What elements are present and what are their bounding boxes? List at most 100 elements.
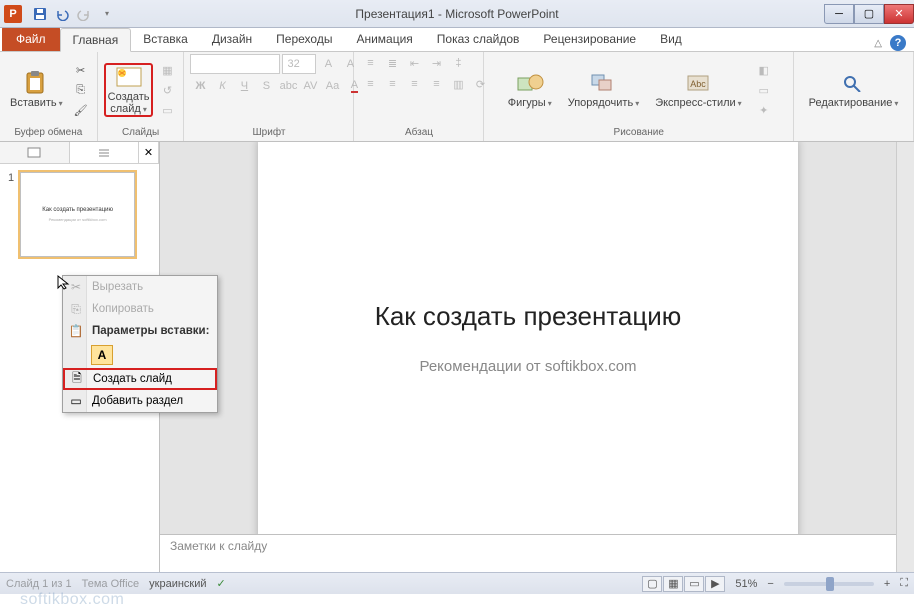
tab-home[interactable]: Главная xyxy=(60,28,132,52)
slide-title[interactable]: Как создать презентацию xyxy=(375,301,682,332)
align-left[interactable]: ≡ xyxy=(360,75,380,93)
slideshow-view-button[interactable]: ▶ xyxy=(705,576,725,592)
group-paragraph: ≡ ≣ ⇤ ⇥ ‡ ≡ ≡ ≡ ≡ ▥ ⟳ Абзац xyxy=(354,52,484,141)
minimize-ribbon-icon[interactable]: △ xyxy=(874,38,882,49)
redo-button[interactable] xyxy=(74,4,94,24)
quick-styles-button[interactable]: Abc Экспресс-стили xyxy=(651,69,745,111)
file-tab[interactable]: Файл xyxy=(2,27,60,51)
layout-button[interactable]: ▦ xyxy=(157,61,177,79)
context-cut: ✂ Вырезать xyxy=(63,276,217,298)
grow-font[interactable]: A xyxy=(318,55,338,73)
sorter-view-button[interactable]: ▦ xyxy=(663,576,683,592)
quick-access-toolbar xyxy=(30,4,116,24)
arrange-label: Упорядочить xyxy=(568,97,639,109)
panel-close[interactable]: ✕ xyxy=(139,142,159,163)
slide-canvas[interactable]: Как создать презентацию Рекомендации от … xyxy=(258,142,798,534)
context-new-slide[interactable]: 🗎 Создать слайд xyxy=(63,368,217,390)
underline-button[interactable]: Ч xyxy=(234,77,254,95)
fit-button[interactable]: ⛶ xyxy=(900,577,908,590)
notes-pane[interactable]: Заметки к слайду xyxy=(160,534,896,572)
copy-button[interactable]: ⎘ xyxy=(71,81,91,99)
numbering-button[interactable]: ≣ xyxy=(382,54,402,72)
new-slide-button[interactable]: Создать слайд xyxy=(104,63,154,117)
minimize-button[interactable]: ─ xyxy=(824,4,854,24)
increase-indent[interactable]: ⇥ xyxy=(426,54,446,72)
undo-button[interactable] xyxy=(52,4,72,24)
editing-button[interactable]: Редактирование xyxy=(805,69,903,111)
tab-review[interactable]: Рецензирование xyxy=(531,27,648,51)
close-button[interactable]: ✕ xyxy=(884,4,914,24)
context-paste-options-label: 📋 Параметры вставки: xyxy=(63,320,217,342)
align-center[interactable]: ≡ xyxy=(382,75,402,93)
shapes-button[interactable]: Фигуры xyxy=(504,69,556,111)
decrease-indent[interactable]: ⇤ xyxy=(404,54,424,72)
save-button[interactable] xyxy=(30,4,50,24)
change-case-button[interactable]: Aa xyxy=(322,77,342,95)
justify[interactable]: ≡ xyxy=(426,75,446,93)
maximize-button[interactable]: ▢ xyxy=(854,4,884,24)
titlebar: P Презентация1 - Microsoft PowerPoint ─ … xyxy=(0,0,914,28)
group-clipboard: Вставить ✂ ⎘ 🖌 Буфер обмена xyxy=(0,52,98,141)
section-button[interactable]: ▭ xyxy=(157,101,177,119)
context-add-section[interactable]: ▭ Добавить раздел xyxy=(63,390,217,412)
statusbar: Слайд 1 из 1 Тема Office украинский ✓ ▢ … xyxy=(0,572,914,594)
quick-styles-label: Экспресс-стили xyxy=(655,97,741,109)
zoom-value[interactable]: 51% xyxy=(735,578,757,590)
zoom-out-button[interactable]: − xyxy=(767,578,773,590)
zoom-thumb[interactable] xyxy=(826,577,834,591)
align-right[interactable]: ≡ xyxy=(404,75,424,93)
group-slides: Создать слайд ▦ ↺ ▭ Слайды xyxy=(98,52,185,141)
help-icon[interactable]: ? xyxy=(890,35,906,51)
tab-insert[interactable]: Вставка xyxy=(131,27,200,51)
tab-animations[interactable]: Анимация xyxy=(344,27,424,51)
bullets-button[interactable]: ≡ xyxy=(360,54,380,72)
panel-tab-outline[interactable] xyxy=(70,142,140,163)
vertical-scrollbar[interactable] xyxy=(896,142,914,572)
tab-transitions[interactable]: Переходы xyxy=(264,27,344,51)
format-painter-button[interactable]: 🖌 xyxy=(71,101,91,119)
char-spacing-button[interactable]: AV xyxy=(300,77,320,95)
editor-area: Как создать презентацию Рекомендации от … xyxy=(160,142,896,572)
app-icon: P xyxy=(4,5,22,23)
strike-button[interactable]: S xyxy=(256,77,276,95)
slide-subtitle[interactable]: Рекомендации от softikbox.com xyxy=(419,358,636,375)
ribbon-tabs: Файл Главная Вставка Дизайн Переходы Ани… xyxy=(0,28,914,52)
paste-option-a[interactable]: A xyxy=(91,345,113,365)
font-name-combo[interactable] xyxy=(190,54,280,74)
context-paste-option[interactable]: A xyxy=(63,342,217,368)
context-menu: ✂ Вырезать ⎘ Копировать 📋 Параметры вста… xyxy=(62,275,218,413)
window-title: Презентация1 - Microsoft PowerPoint xyxy=(355,7,558,21)
line-spacing[interactable]: ‡ xyxy=(448,54,468,72)
group-clipboard-label: Буфер обмена xyxy=(6,126,91,139)
new-slide-icon: 🗎 xyxy=(69,371,85,387)
shadow-button[interactable]: abc xyxy=(278,77,298,95)
arrange-button[interactable]: Упорядочить xyxy=(564,69,643,111)
status-theme: Тема Office xyxy=(82,578,140,590)
cut-button[interactable]: ✂ xyxy=(71,61,91,79)
columns[interactable]: ▥ xyxy=(448,75,468,93)
tab-design[interactable]: Дизайн xyxy=(200,27,264,51)
slide-thumbnail-1[interactable]: Как создать презентацию Рекомендации от … xyxy=(20,172,135,257)
status-language[interactable]: украинский xyxy=(149,578,206,590)
panel-tab-slides[interactable] xyxy=(0,142,70,163)
shape-outline[interactable]: ▭ xyxy=(754,81,774,99)
section-icon: ▭ xyxy=(68,393,84,409)
shapes-label: Фигуры xyxy=(508,97,552,109)
qat-customize[interactable] xyxy=(96,4,116,24)
shape-fill[interactable]: ◧ xyxy=(754,61,774,79)
spellcheck-icon[interactable]: ✓ xyxy=(217,577,226,590)
zoom-in-button[interactable]: + xyxy=(884,578,890,590)
tab-slideshow[interactable]: Показ слайдов xyxy=(425,27,532,51)
zoom-slider[interactable] xyxy=(784,582,874,586)
cursor-icon xyxy=(56,274,72,290)
tab-view[interactable]: Вид xyxy=(648,27,694,51)
shape-effects[interactable]: ✦ xyxy=(754,101,774,119)
reading-view-button[interactable]: ▭ xyxy=(684,576,704,592)
font-size-combo[interactable]: 32 xyxy=(282,54,316,74)
reset-button[interactable]: ↺ xyxy=(157,81,177,99)
normal-view-button[interactable]: ▢ xyxy=(642,576,662,592)
group-editing: Редактирование xyxy=(794,52,914,141)
bold-button[interactable]: Ж xyxy=(190,77,210,95)
italic-button[interactable]: К xyxy=(212,77,232,95)
paste-button[interactable]: Вставить xyxy=(6,69,67,111)
